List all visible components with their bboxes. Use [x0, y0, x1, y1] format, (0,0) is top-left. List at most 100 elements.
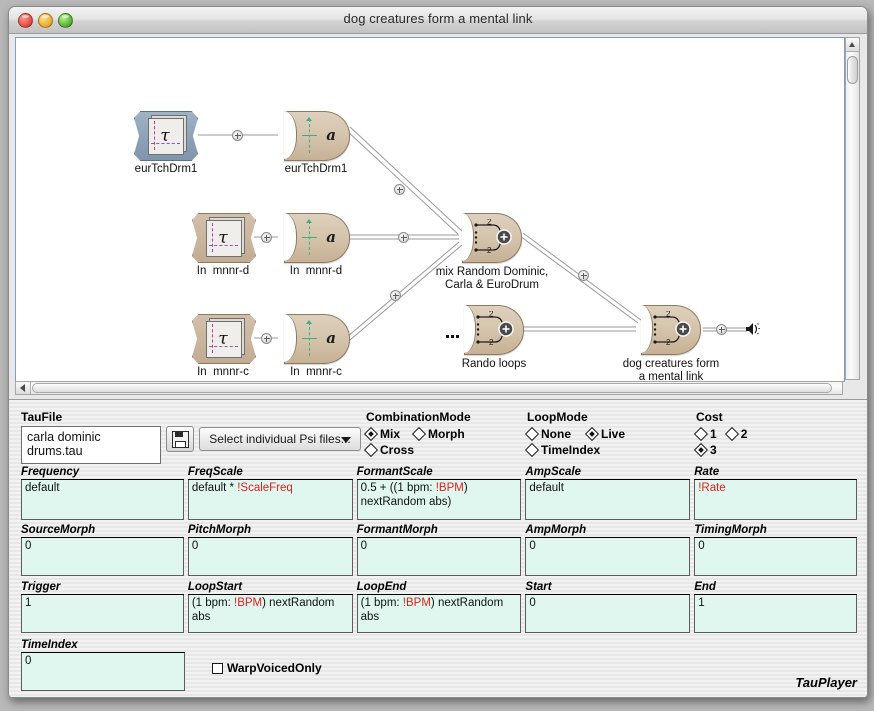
- param-formantmorph: FormantMorph 0: [356, 524, 522, 576]
- wire-plus-marker[interactable]: [398, 232, 409, 243]
- radio-label: Morph: [428, 427, 465, 441]
- radio-combination-mix[interactable]: Mix: [363, 426, 401, 442]
- tau-glyph: τ: [218, 227, 228, 248]
- param-input[interactable]: 1: [694, 595, 858, 633]
- radio-diamond-icon: [363, 442, 379, 458]
- param-label: Start: [525, 581, 691, 595]
- param-label: TimingMorph: [694, 524, 858, 538]
- param-input[interactable]: (1 bpm: !BPM) nextRandom abs: [187, 595, 353, 633]
- canvas-vertical-scrollbar[interactable]: [845, 37, 860, 380]
- radio-diamond-icon: [411, 426, 427, 442]
- mixer-glyph: 2 2: [653, 311, 691, 347]
- radio-label: 3: [710, 443, 717, 457]
- param-row-1: Frequency default FreqScale default * !S…: [21, 466, 858, 520]
- param-ampmorph: AmpMorph 0: [525, 524, 691, 576]
- param-input[interactable]: 0: [21, 653, 185, 691]
- graph-canvas-area: τ eurTchDrm1 a eurTchDrm1 τ In mnnr-d a …: [15, 37, 860, 395]
- param-input[interactable]: default * !ScaleFreq: [187, 480, 353, 520]
- node-label: Rando loops: [461, 358, 527, 370]
- radio-diamond-icon: [724, 426, 739, 442]
- taufile-input[interactable]: carla dominic drums.tau: [21, 426, 161, 464]
- wire-plus-marker[interactable]: [261, 333, 272, 344]
- radio-combination-cross[interactable]: Cross: [363, 442, 526, 458]
- param-input[interactable]: 0: [21, 538, 184, 576]
- param-loopstart: LoopStart (1 bpm: !BPM) nextRandom abs: [187, 581, 353, 633]
- param-label: Trigger: [21, 581, 184, 595]
- param-input[interactable]: 0.5 + ((1 bpm: !BPM) nextRandom abs): [356, 480, 522, 520]
- radio-loop-timeindex[interactable]: TimeIndex: [524, 442, 697, 458]
- param-input[interactable]: 0: [525, 595, 691, 633]
- param-input[interactable]: (1 bpm: !BPM) nextRandom abs: [356, 595, 522, 633]
- input-port[interactable]: [446, 327, 460, 338]
- scroll-up-arrow[interactable]: [846, 38, 859, 52]
- checkbox-label: WarpVoicedOnly: [227, 661, 322, 675]
- combination-mode-label: CombinationMode: [366, 410, 471, 424]
- wire-plus-marker[interactable]: [232, 130, 243, 141]
- param-input[interactable]: default: [525, 480, 691, 520]
- radio-diamond-icon: [363, 426, 379, 442]
- tau-glyph: τ: [218, 328, 228, 349]
- radio-label: TimeIndex: [541, 443, 601, 457]
- tau-source-icon: τ: [192, 213, 256, 263]
- param-label: LoopStart: [187, 581, 353, 595]
- radio-combination-morph[interactable]: Morph: [411, 426, 465, 442]
- radio-label: Mix: [380, 427, 401, 441]
- mixer-glyph: 2 2: [474, 219, 512, 255]
- warp-voiced-only-checkbox[interactable]: WarpVoicedOnly: [212, 661, 322, 675]
- psi-node-body: a: [284, 314, 350, 364]
- param-timeindex: TimeIndex 0: [21, 639, 185, 691]
- radio-loop-none[interactable]: None: [524, 426, 571, 442]
- param-frequency: Frequency default: [21, 466, 184, 520]
- loop-mode-label: LoopMode: [527, 410, 588, 424]
- svg-text:2: 2: [666, 311, 671, 319]
- param-input[interactable]: 0: [187, 538, 353, 576]
- mixer-node-body: 2 2: [464, 305, 524, 355]
- mixer-glyph: 2 2: [476, 311, 514, 347]
- svg-text:2: 2: [489, 311, 494, 319]
- param-label: Rate: [694, 466, 858, 480]
- param-input[interactable]: 0: [694, 538, 858, 576]
- param-label: SourceMorph: [21, 524, 184, 538]
- radio-label: Live: [601, 427, 626, 441]
- param-timingmorph: TimingMorph 0: [694, 524, 858, 576]
- wire-plus-marker[interactable]: [390, 290, 401, 301]
- wire-plus-marker[interactable]: [394, 184, 405, 195]
- loop-mode-group: LoopMode None Live TimeIndex: [524, 410, 697, 458]
- radio-cost-3[interactable]: 3: [693, 442, 816, 458]
- floppy-disk-icon: [172, 431, 189, 448]
- svg-text:2: 2: [487, 219, 492, 227]
- node-label: In mnnr-c: [290, 366, 342, 378]
- radio-label: None: [541, 427, 571, 441]
- param-input[interactable]: 0: [356, 538, 522, 576]
- param-input[interactable]: default: [21, 480, 184, 520]
- title-bar[interactable]: dog creatures form a mental link: [9, 7, 867, 34]
- radio-cost-2[interactable]: 2: [724, 426, 747, 442]
- tauplayer-control-panel: TauFile carla dominic drums.tau Select i…: [9, 399, 867, 697]
- wire-plus-marker[interactable]: [578, 270, 589, 281]
- radio-loop-live[interactable]: Live: [584, 426, 626, 442]
- speaker-icon[interactable]: [745, 321, 762, 337]
- wire-plus-marker[interactable]: [261, 232, 272, 243]
- cost-group: Cost 1 2 3: [693, 410, 816, 458]
- param-input[interactable]: 1: [21, 595, 184, 633]
- param-input[interactable]: 0: [525, 538, 691, 576]
- radio-cost-1[interactable]: 1: [693, 426, 717, 442]
- svg-text:2: 2: [666, 338, 671, 347]
- radio-diamond-icon: [524, 426, 540, 442]
- psi-files-dropdown[interactable]: Select individual Psi files...: [199, 427, 361, 451]
- vertical-scroll-thumb[interactable]: [847, 56, 858, 84]
- canvas-horizontal-scrollbar[interactable]: [15, 381, 843, 395]
- graph-canvas[interactable]: τ eurTchDrm1 a eurTchDrm1 τ In mnnr-d a …: [15, 37, 845, 382]
- taufile-label: TauFile: [21, 410, 63, 424]
- wire-plus-marker[interactable]: [716, 324, 727, 335]
- scroll-left-arrow[interactable]: [16, 382, 31, 394]
- param-end: End 1: [694, 581, 858, 633]
- save-button[interactable]: [166, 426, 194, 452]
- param-label: Frequency: [21, 466, 184, 480]
- param-input[interactable]: !Rate: [694, 480, 858, 520]
- horizontal-scroll-thumb[interactable]: [32, 383, 832, 393]
- psi-node-letter: a: [326, 329, 336, 347]
- psi-node-letter: a: [326, 126, 336, 144]
- param-freqscale: FreqScale default * !ScaleFreq: [187, 466, 353, 520]
- param-label: AmpMorph: [525, 524, 691, 538]
